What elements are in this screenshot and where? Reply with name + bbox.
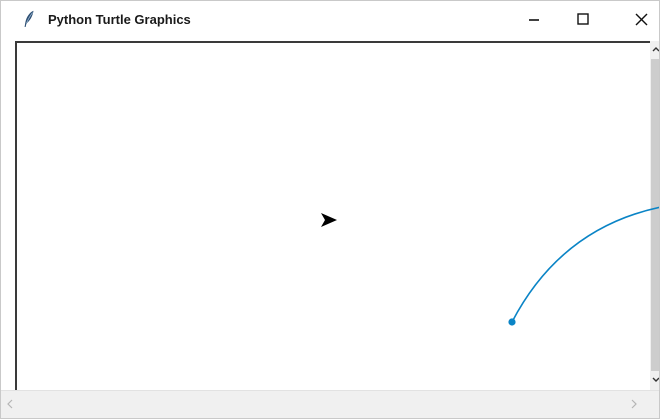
maximize-button[interactable] xyxy=(560,1,606,37)
minimize-icon xyxy=(529,19,539,21)
chevron-down-icon[interactable] xyxy=(650,373,660,387)
horizontal-scrollbar[interactable] xyxy=(1,390,659,418)
minimize-button[interactable] xyxy=(511,1,557,37)
vertical-scrollbar[interactable] xyxy=(650,41,660,390)
turtle-window: Python Turtle Graphics xyxy=(0,0,660,419)
close-button[interactable] xyxy=(618,1,659,37)
chevron-left-icon[interactable] xyxy=(5,397,15,411)
maximize-icon xyxy=(577,13,589,25)
chevron-right-icon[interactable] xyxy=(629,397,639,411)
canvas-frame xyxy=(15,41,650,390)
vertical-scroll-thumb[interactable] xyxy=(651,59,659,371)
arrow-turtle-icon xyxy=(321,213,337,227)
feather-icon xyxy=(24,10,34,28)
close-icon xyxy=(635,13,647,25)
chevron-up-icon[interactable] xyxy=(650,43,660,57)
turtle-canvas[interactable] xyxy=(17,43,650,390)
window-title: Python Turtle Graphics xyxy=(48,12,191,27)
title-bar[interactable]: Python Turtle Graphics xyxy=(1,1,659,39)
